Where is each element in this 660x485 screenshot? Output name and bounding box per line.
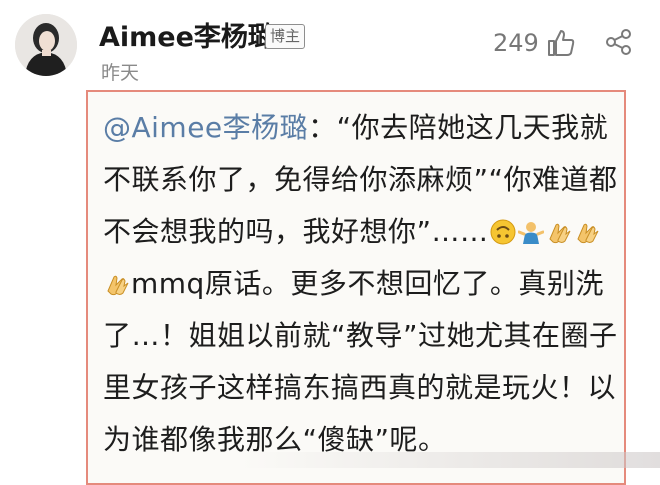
post-timestamp: 昨天 <box>101 62 140 84</box>
clapping-hands-emoji <box>107 275 129 296</box>
avatar[interactable] <box>15 14 77 76</box>
blogger-badge: 博主 <box>265 24 306 49</box>
mention-link[interactable]: @Aimee李杨璐 <box>103 111 308 144</box>
thumbs-up-icon[interactable] <box>546 28 576 58</box>
username[interactable]: Aimee李杨璐 <box>99 15 275 54</box>
clapping-hands-emoji <box>548 223 570 244</box>
share-icon[interactable] <box>605 28 633 56</box>
person-shrugging-emoji <box>517 222 544 244</box>
comment-text: @Aimee李杨璐：“你去陪她这几天我就不联系你了，免得给你添麻烦”“你难道都不… <box>103 102 621 466</box>
upside-down-face-emoji <box>490 219 516 245</box>
like-count: 249 <box>493 29 539 57</box>
clapping-hands-emoji <box>576 223 598 244</box>
comment-part-2: mmq原话。更多不想回忆了。真别洗了…！姐姐以前就“教导”过她尤其在圈子里女孩子… <box>103 267 618 456</box>
watermark-band <box>240 452 660 468</box>
highlighted-comment-box: @Aimee李杨璐：“你去陪她这几天我就不联系你了，免得给你添麻烦”“你难道都不… <box>86 90 626 485</box>
avatar-image <box>15 14 77 76</box>
